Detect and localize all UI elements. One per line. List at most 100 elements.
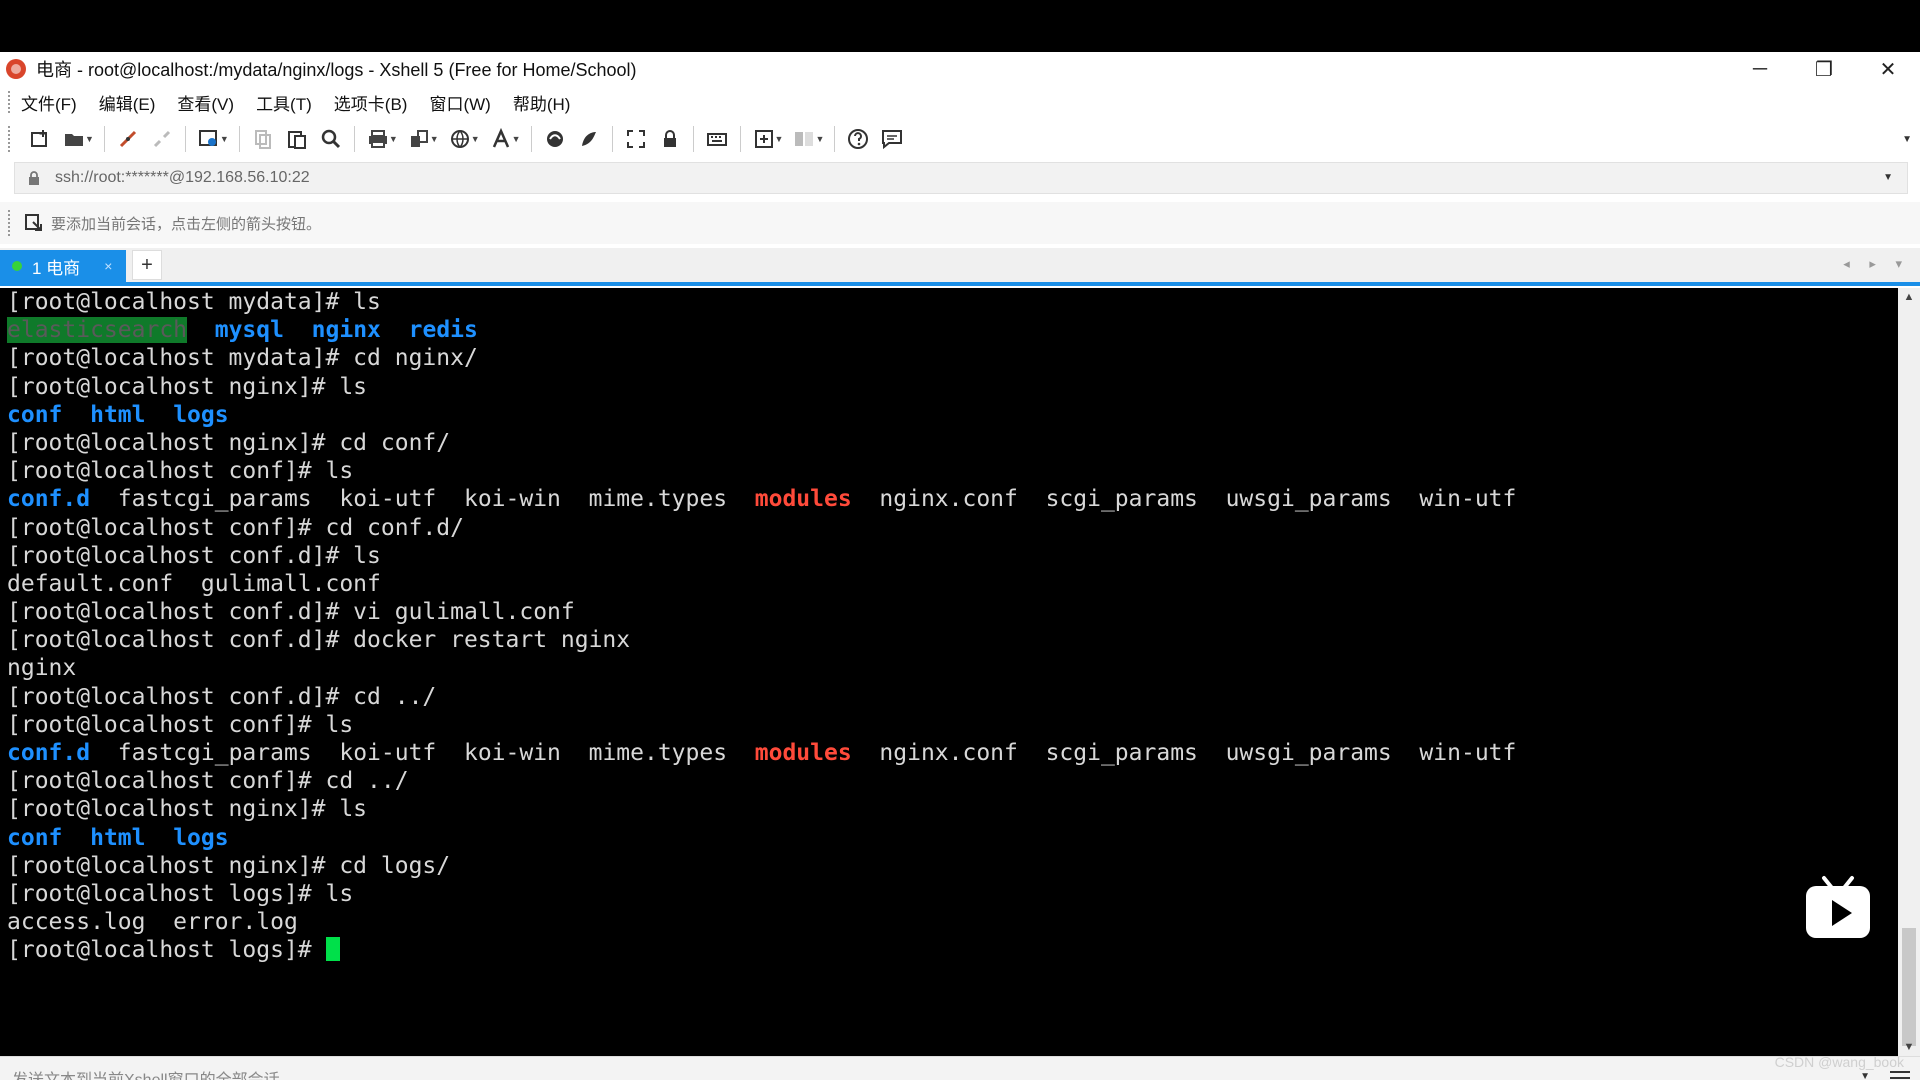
menu-view[interactable]: 查看(V) [177,90,234,115]
toolbar-separator [353,126,355,152]
address-bar[interactable]: ssh://root:*******@192.168.56.10:22 ▼ [14,162,1908,194]
menu-file[interactable]: 文件(F) [21,90,77,115]
terminal-line: [root@localhost nginx]# cd logs/ [7,852,1898,880]
keyboard-icon[interactable] [700,123,734,155]
address-dropdown-caret-icon[interactable]: ▼ [1883,172,1893,183]
highlighted-directory: elasticsearch [7,317,188,344]
scroll-thumb[interactable] [1902,928,1916,1046]
directory-entry: logs [173,401,229,428]
minimize-button[interactable]: ─ [1728,52,1792,86]
menu-tools[interactable]: 工具(T) [256,90,312,115]
print-dropdown-caret-icon[interactable]: ▼ [389,134,398,144]
find-icon[interactable] [314,123,348,155]
terminal-line: [root@localhost mydata]# cd nginx/ [7,344,1898,372]
font-dropdown-caret-icon[interactable]: ▼ [512,134,521,144]
open-dropdown-caret-icon[interactable]: ▼ [85,134,94,144]
menu-bar: 文件(F) 编辑(E) 查看(V) 工具(T) 选项卡(B) 窗口(W) 帮助(… [0,86,1920,118]
title-bar: 电商 - root@localhost:/mydata/nginx/logs -… [0,52,1920,86]
new-tab-button[interactable]: + [132,250,162,280]
terminal-line: access.log error.log [7,908,1898,936]
directory-entry: conf [7,401,63,428]
window-controls: ─ ❐ ✕ [1728,52,1920,86]
chat-icon[interactable] [875,123,909,155]
address-field[interactable]: ssh://root:*******@192.168.56.10:22 [55,169,310,187]
copy-icon[interactable] [246,123,280,155]
terminal-line: conf html logs [7,401,1898,429]
directory-entry: html [90,401,146,428]
tab-session-1[interactable]: 1 电商 × [0,250,126,282]
transfer-dropdown-caret-icon[interactable]: ▼ [430,134,439,144]
window-title: 电商 - root@localhost:/mydata/nginx/logs -… [36,60,637,80]
directory-entry: html [90,824,146,851]
directory-entry: conf.d [7,740,91,766]
terminal-line: [root@localhost conf.d]# docker restart … [7,626,1898,654]
menu-help[interactable]: 帮助(H) [513,90,571,115]
restore-button[interactable]: ❐ [1792,52,1856,86]
terminal-line: conf.d fastcgi_params koi-utf koi-win mi… [7,739,1898,767]
menubar-grip[interactable] [8,91,11,113]
terminal-scrollbar[interactable]: ▲ ▼ [1898,288,1920,1056]
send-to-all-bar[interactable]: 发送文本到当前Xshell窗口的全部会话 ▼ [0,1056,1920,1080]
menu-edit[interactable]: 编辑(E) [99,90,156,115]
new-session-icon[interactable] [23,123,57,155]
highlighted-entry: modules [754,740,852,766]
xmanager-icon[interactable] [572,123,606,155]
disconnect-icon[interactable] [145,123,179,155]
session-hint-text: 要添加当前会话，点击左侧的箭头按钮。 [51,215,322,233]
xftp-icon[interactable] [538,123,572,155]
lock-icon[interactable] [653,123,687,155]
terminal-line: [root@localhost nginx]# ls [7,795,1898,823]
csdn-watermark: CSDN @wang_book [1774,1054,1904,1070]
terminal-text: [root@localhost mydata]# cd nginx/ [7,345,478,372]
toolbar-separator [739,126,741,152]
bilibili-play-icon [1806,876,1870,938]
toolbar-separator [834,126,836,152]
terminal-line: [root@localhost conf.d]# vi gulimall.con… [7,598,1898,626]
toolbar-separator [103,126,105,152]
toolbar-grip[interactable] [8,126,11,152]
terminal-text: [root@localhost conf.d]# cd ../ [7,683,437,710]
globe-dropdown-caret-icon[interactable]: ▼ [471,134,480,144]
terminal-output[interactable]: [root@localhost mydata]# ls elasticsearch… [0,288,1898,1056]
directory-entry: conf [7,824,63,851]
toolbar-separator [611,126,613,152]
menu-window[interactable]: 窗口(W) [429,90,490,115]
properties-dropdown-caret-icon[interactable]: ▼ [220,134,229,144]
fullscreen-icon[interactable] [619,123,653,155]
directory-entry: conf.d [7,486,91,513]
terminal-text: [root@localhost logs]# ls [7,880,354,907]
paste-icon[interactable] [280,123,314,155]
menu-tab[interactable]: 选项卡(B) [334,90,408,115]
terminal-line: [root@localhost mydata]# ls [7,288,1898,316]
connected-status-icon [12,261,22,271]
send-dropdown-caret-icon[interactable]: ▼ [1860,1071,1870,1080]
terminal-text: [root@localhost conf.d]# vi gulimall.con… [7,599,575,626]
terminal-line: [root@localhost logs]# [7,936,1898,964]
tab-navigation-arrows[interactable]: ◂ ▸ ▾ [1843,256,1910,272]
add-dropdown-caret-icon[interactable]: ▼ [775,134,784,144]
scroll-up-icon[interactable]: ▲ [1898,288,1920,306]
help-icon[interactable] [841,123,875,155]
xshell-window: 电商 - root@localhost:/mydata/nginx/logs -… [0,52,1920,1080]
tab-underline [0,282,1920,286]
terminal-line: conf.d fastcgi_params koi-utf koi-win mi… [7,485,1898,513]
sessionbar-grip[interactable] [8,210,11,236]
terminal-line: [root@localhost conf]# cd conf.d/ [7,514,1898,542]
terminal-text: [root@localhost mydata]# ls [7,289,381,315]
terminal-text: nginx.conf scgi_params uwsgi_params win-… [851,486,1517,513]
terminal-line: [root@localhost logs]# ls [7,880,1898,908]
terminal-text: [root@localhost nginx]# cd logs/ [7,852,451,879]
close-button[interactable]: ✕ [1856,52,1920,86]
add-session-arrow-icon[interactable] [25,214,43,232]
tab-close-icon[interactable]: × [104,258,112,274]
toolbar-overflow-caret-icon[interactable]: ▼ [1902,134,1912,145]
layout-dropdown-caret-icon[interactable]: ▼ [815,134,824,144]
reconnect-icon[interactable] [111,123,145,155]
send-to-all-input[interactable]: 发送文本到当前Xshell窗口的全部会话 [12,1066,280,1080]
